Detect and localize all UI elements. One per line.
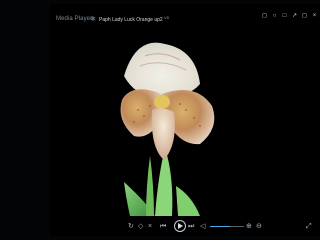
video-frame[interactable] bbox=[50, 36, 244, 216]
separator-icon: ✱ bbox=[90, 16, 96, 23]
play-button[interactable] bbox=[174, 220, 186, 232]
now-playing-title: Paph Lady Luck Orange up2 bbox=[99, 17, 163, 23]
library-icon[interactable]: ◻ bbox=[261, 13, 268, 20]
volume-slider-fill[interactable] bbox=[210, 226, 230, 227]
app-title: Media Player bbox=[56, 16, 93, 22]
mute-icon[interactable]: ◁ bbox=[200, 223, 205, 230]
mini-mode-icon[interactable]: □ bbox=[281, 13, 288, 20]
previous-icon[interactable]: ⏮ bbox=[160, 223, 166, 230]
restore-icon[interactable]: ◻ bbox=[301, 13, 308, 20]
close-icon[interactable]: × bbox=[311, 13, 318, 20]
next-icon[interactable]: ⏭ bbox=[188, 223, 194, 230]
playback-controls: ↻ ◇ × ⏮ ⏭ ◁ ⊕ ⊖ ⤢ bbox=[116, 214, 320, 238]
switch-view-icon[interactable]: ↗ bbox=[291, 13, 298, 20]
title-bar: Media Player ✱ Paph Lady Luck Orange up2… bbox=[50, 10, 320, 30]
now-playing-icon[interactable]: ○ bbox=[271, 13, 278, 20]
zoom-out-icon[interactable]: ⊖ bbox=[256, 223, 262, 230]
fullscreen-icon[interactable]: ⤢ bbox=[306, 223, 312, 230]
stop-icon[interactable]: × bbox=[148, 223, 152, 230]
zoom-in-icon[interactable]: ⊕ bbox=[246, 223, 252, 230]
orchid-video-image bbox=[120, 42, 215, 216]
volume-slider-track[interactable] bbox=[230, 226, 244, 227]
shuffle-icon[interactable]: ↻ bbox=[128, 223, 134, 230]
repeat-icon[interactable]: ◇ bbox=[138, 223, 143, 230]
version-label: V8 bbox=[164, 15, 169, 20]
window-controls: ◻ ○ □ ↗ ◻ × bbox=[261, 10, 318, 22]
